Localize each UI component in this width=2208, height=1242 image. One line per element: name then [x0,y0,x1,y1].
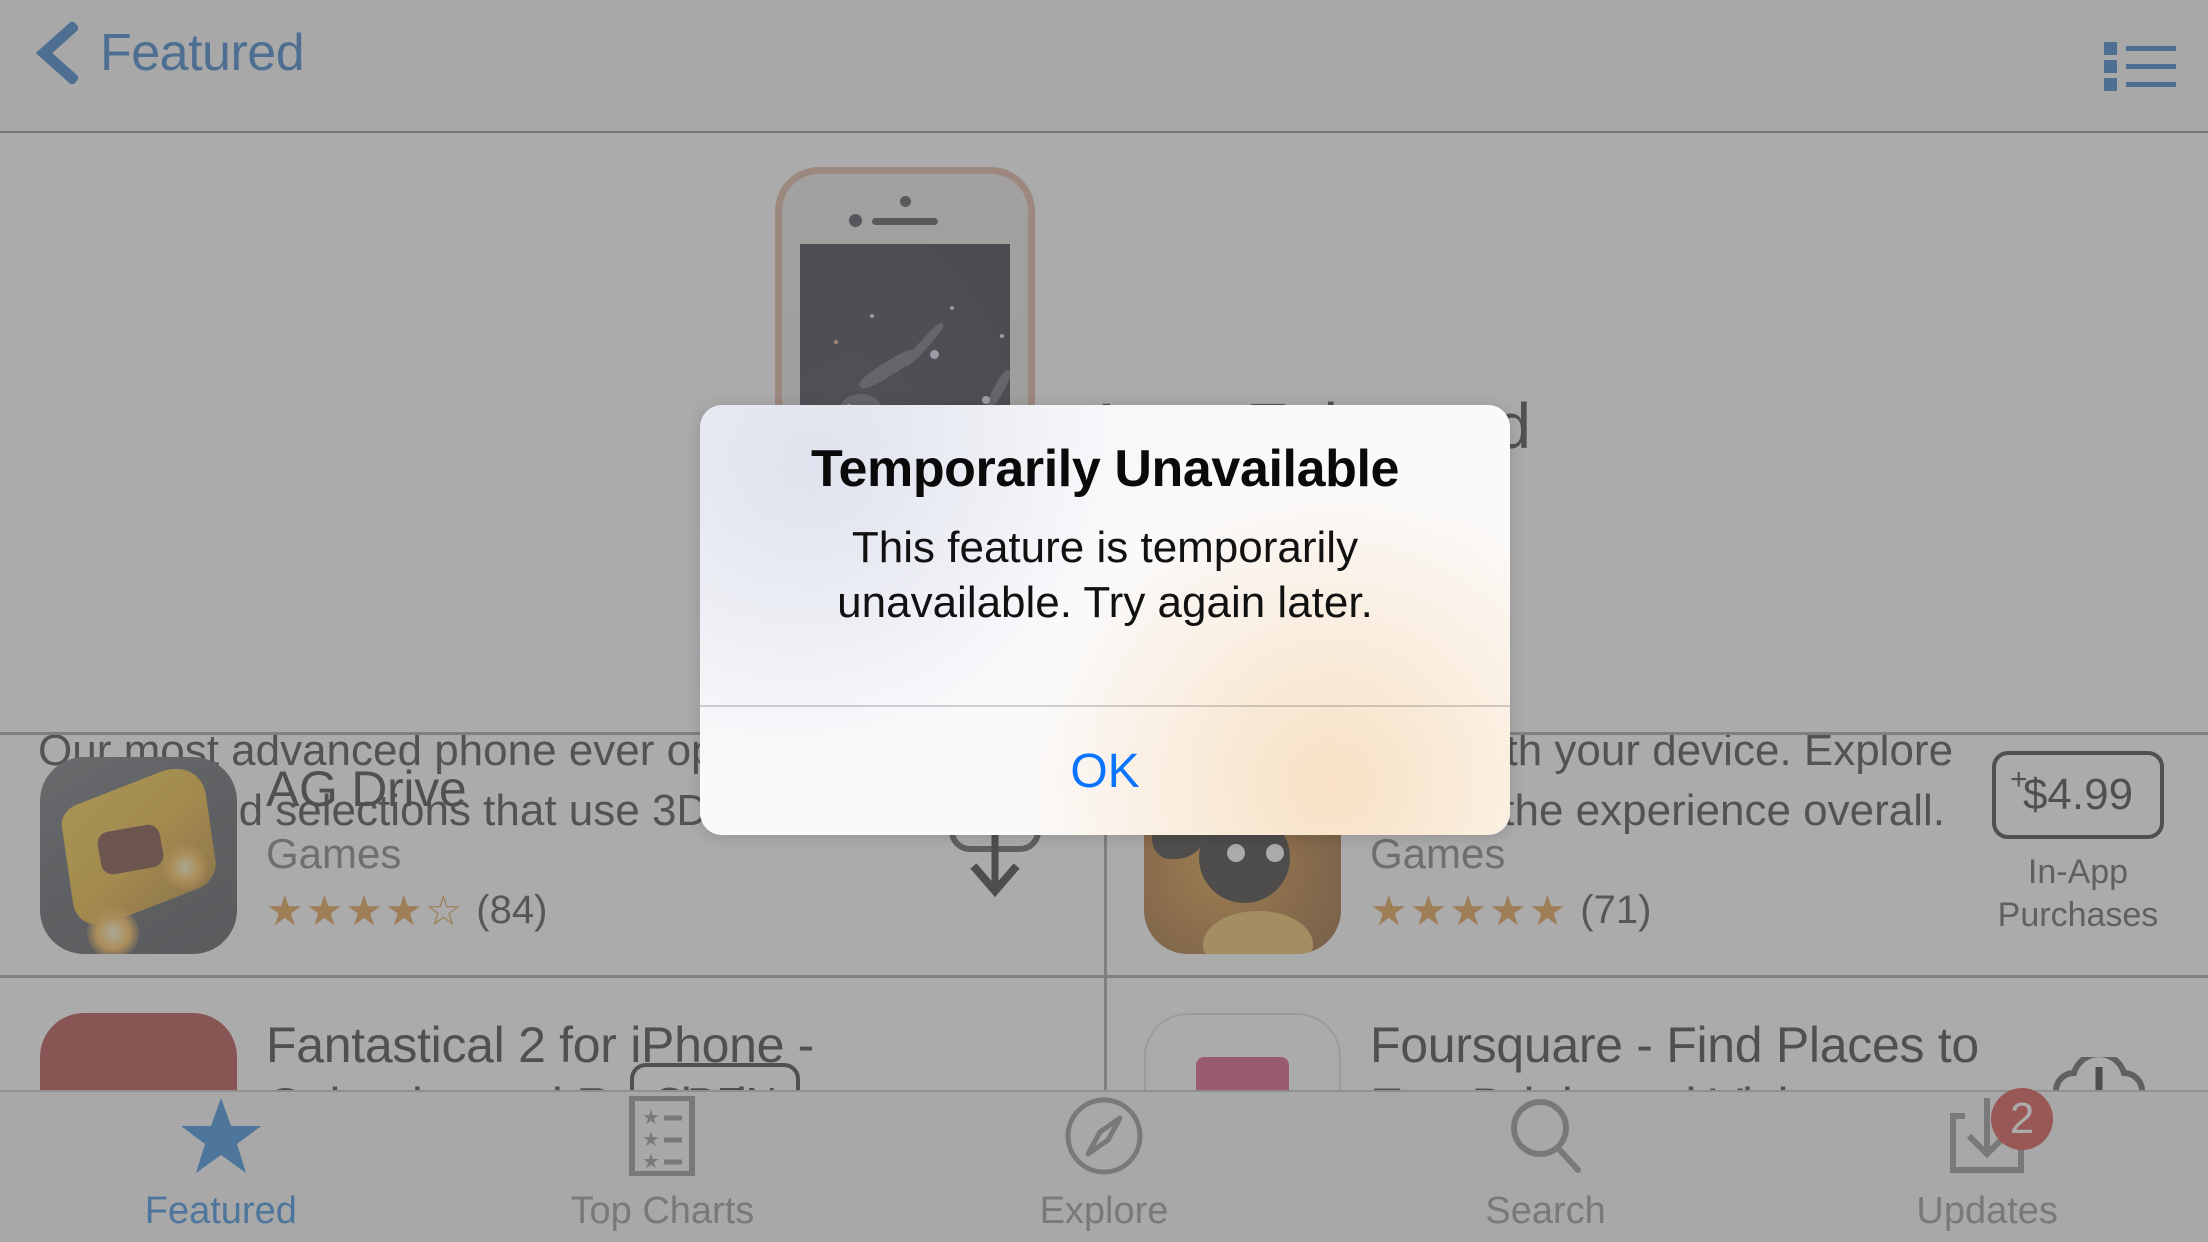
alert-message: This feature is temporarily unavailable.… [837,523,1373,627]
alert-ok-button[interactable]: OK [700,707,1510,835]
alert-body: Temporarily Unavailable This feature is … [700,405,1510,705]
alert-title: Temporarily Unavailable [810,440,1400,498]
alert-dialog: Temporarily Unavailable This feature is … [700,405,1510,835]
